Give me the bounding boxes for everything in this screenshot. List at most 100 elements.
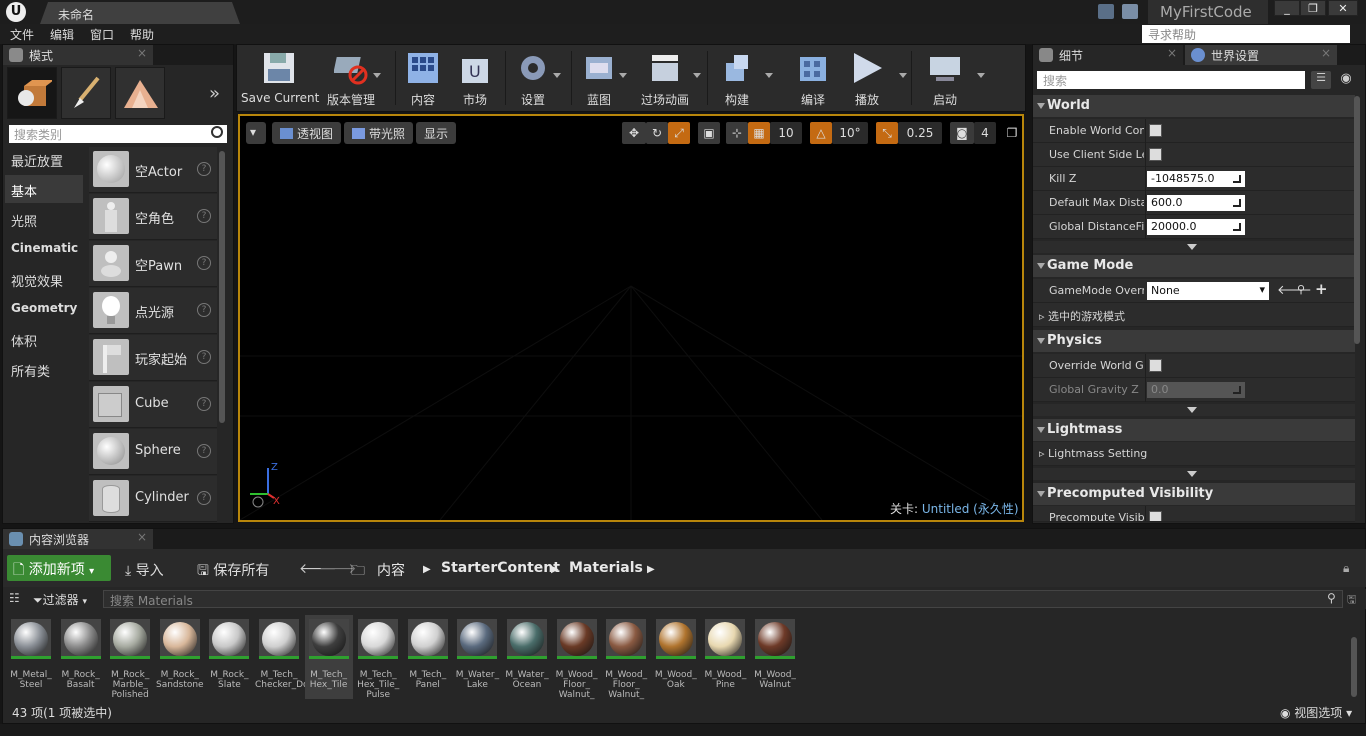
minimize-button[interactable]: _ [1274,0,1300,16]
lightmass-advanced-expander[interactable] [1033,468,1355,480]
add-icon[interactable]: + [1315,280,1328,298]
breadcrumb-startercontent[interactable]: StarterContent [441,560,560,576]
material-asset-tile[interactable]: M_Wood_ Oak [652,615,700,699]
maximize-viewport-icon[interactable]: ❐ [1004,122,1020,144]
help-icon[interactable]: ? [197,444,211,458]
scale-icon[interactable]: ⤢ [668,122,690,144]
place-actor-item[interactable]: 空角色? [89,194,217,240]
notification-icon[interactable] [1122,4,1138,19]
marketplace-button[interactable]: U 市场 [449,47,501,109]
show-button[interactable]: 显示 [416,122,457,144]
material-asset-tile[interactable]: M_Tech_ Panel [404,615,452,699]
scale-snap-icon[interactable]: ⤡ [876,122,898,144]
cinematics-button[interactable]: 过场动画 [635,47,701,109]
chevron-down-icon[interactable] [373,73,381,78]
sources-toggle-icon[interactable]: ☷ [9,591,20,605]
translate-icon[interactable]: ✥ [622,122,646,144]
material-asset-tile[interactable]: M_Wood_ Floor_ Walnut_ [553,615,601,700]
chevron-right-icon[interactable]: ▶ [551,564,559,575]
compile-button[interactable]: 编译 [787,47,839,109]
camera-speed-value[interactable]: 4 [974,122,996,144]
world-property-input[interactable]: -1048575.0 [1147,171,1245,187]
category-item[interactable]: 基本 [5,175,83,203]
place-actor-item[interactable]: 空Pawn? [89,241,217,287]
grid-snap-icon[interactable]: ▦ [748,122,770,144]
grid-size-value[interactable]: 10 [770,122,802,144]
place-list-scrollbar[interactable] [219,151,225,423]
save-all-button[interactable]: 🖫 保存所有 [197,560,269,584]
rotation-snap-value[interactable]: 10° [832,122,868,144]
material-asset-tile[interactable]: M_Rock_ Slate [205,615,253,699]
material-asset-tile[interactable]: M_Rock_ Marble_ Polished [106,615,154,700]
place-actor-item[interactable]: 空Actor? [89,147,217,193]
material-asset-tile[interactable]: M_Wood_ Pine [701,615,749,699]
material-asset-tile[interactable]: M_Wood_ Floor_ Walnut_ [602,615,650,700]
material-asset-tile[interactable]: M_Water_ Lake [453,615,501,699]
place-actor-item[interactable]: Cylinder? [89,476,217,522]
viewport-options-button[interactable]: ▾ [246,122,266,144]
place-actor-item[interactable]: 点光源? [89,288,217,334]
selected-gamemode-row[interactable]: ▹ 选中的游戏模式 [1033,303,1355,327]
search-icon[interactable]: ⚲ [1297,283,1305,296]
category-item[interactable]: 最近放置 [5,145,83,173]
category-item[interactable]: 所有类 [5,355,83,383]
material-asset-tile[interactable]: M_Tech_ Hex_Tile [304,615,353,699]
world-property-input[interactable]: 600.0 [1147,195,1245,211]
material-asset-tile[interactable]: M_Wood_ Walnut [751,615,799,699]
eye-icon[interactable]: ◉ [1335,71,1357,89]
material-asset-tile[interactable]: M_Tech_ Hex_Tile_ Pulse [354,615,402,700]
world-advanced-expander[interactable] [1033,241,1355,253]
help-icon[interactable]: ? [197,209,211,223]
world-property-input[interactable]: 20000.0 [1147,219,1245,235]
breadcrumb-materials[interactable]: Materials [569,560,643,576]
chevron-down-icon[interactable] [977,73,985,78]
build-button[interactable]: 构建 [711,47,773,109]
chat-icon[interactable] [1098,4,1114,19]
perspective-button[interactable]: 透视图 [272,122,342,144]
material-asset-tile[interactable]: M_Water_ Ocean [503,615,551,699]
chevron-down-icon[interactable] [553,73,561,78]
content-browser-tab[interactable]: 内容浏览器 × [3,529,153,549]
override-gravity-checkbox[interactable] [1149,359,1162,372]
import-button[interactable]: ⤓ 导入 [125,560,164,580]
place-actor-item[interactable]: Cube? [89,382,217,428]
help-icon[interactable]: ? [197,397,211,411]
material-asset-tile[interactable]: M_Metal_ Steel [7,615,55,699]
lightmass-section-header[interactable]: Lightmass [1033,419,1355,441]
help-icon[interactable]: ? [197,491,211,505]
place-actor-item[interactable]: 玩家起始? [89,335,217,381]
category-item[interactable]: 体积 [5,325,83,353]
help-icon[interactable]: ? [197,256,211,270]
content-button[interactable]: 内容 [397,47,449,109]
help-icon[interactable]: ? [197,350,211,364]
save-search-icon[interactable]: 🖫 [1347,591,1356,610]
menu-window[interactable]: 窗口 [80,24,114,43]
chevron-right-icon[interactable]: ▶ [647,564,655,575]
play-button[interactable]: 播放 [841,47,907,109]
category-search-input[interactable]: 搜索类别 [9,125,227,143]
world-settings-tab[interactable]: 世界设置 × [1185,45,1337,65]
place-mode-button[interactable] [7,67,57,119]
help-icon[interactable]: ? [197,303,211,317]
document-tab[interactable]: 未命名 [40,2,240,24]
place-actor-item[interactable]: Sphere? [89,429,217,475]
gamemode-section-header[interactable]: Game Mode [1033,255,1355,277]
add-new-button[interactable]: 🗋 添加新项 ▾ [7,555,111,581]
menu-file[interactable]: 文件 [0,24,34,43]
lit-mode-button[interactable]: 带光照 [344,122,414,144]
settings-button[interactable]: 设置 [507,47,561,109]
details-search-input[interactable]: 搜索 [1037,71,1305,89]
view-options-button[interactable]: ◉ 视图选项 ▾ [1280,704,1352,721]
physics-advanced-expander[interactable] [1033,404,1355,416]
launch-button[interactable]: 启动 [917,47,985,109]
chevron-down-icon[interactable] [619,73,627,78]
rotation-snap-icon[interactable]: △ [810,122,832,144]
scale-snap-value[interactable]: 0.25 [898,122,942,144]
chevron-down-icon[interactable] [765,73,773,78]
close-icon[interactable]: × [1321,46,1331,60]
assets-scrollbar[interactable] [1351,637,1357,697]
material-asset-tile[interactable]: M_Rock_ Basalt [57,615,105,699]
physics-section-header[interactable]: Physics [1033,330,1355,352]
chevron-down-icon[interactable] [693,73,701,78]
world-space-icon[interactable]: ▣ [698,122,720,144]
